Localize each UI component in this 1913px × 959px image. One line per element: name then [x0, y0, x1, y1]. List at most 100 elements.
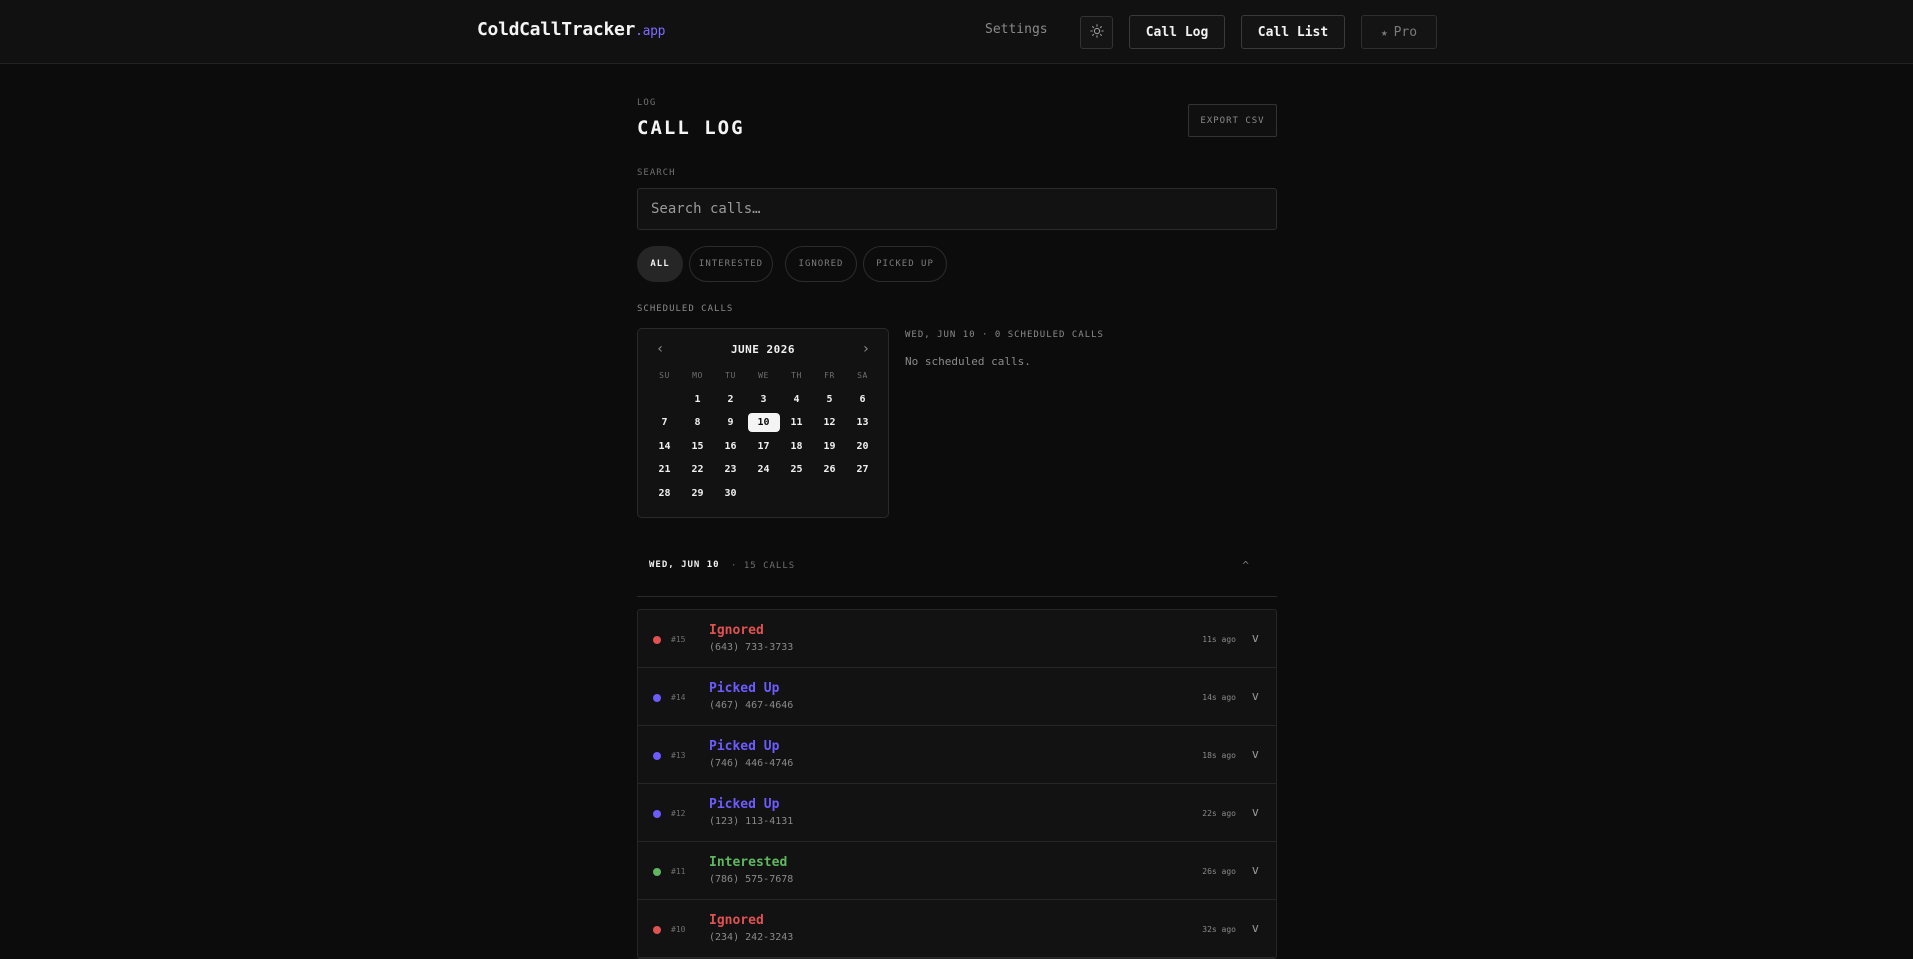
calendar-day[interactable]: 9 [714, 412, 747, 434]
calendar-day[interactable]: 12 [813, 412, 846, 434]
chevron-down-icon[interactable]: v [1252, 631, 1259, 645]
calendar-day[interactable]: 24 [747, 459, 780, 481]
calendar-day[interactable]: 26 [813, 459, 846, 481]
chevron-up-icon[interactable]: ^ [1242, 559, 1249, 572]
status-dot [653, 926, 661, 934]
calendar-day[interactable]: 30 [714, 482, 747, 504]
call-row[interactable]: #15 Ignored (643) 733-3733 11s ago v [638, 610, 1276, 668]
theme-toggle-button[interactable] [1080, 16, 1113, 49]
export-csv-button[interactable]: EXPORT CSV [1188, 104, 1277, 137]
calendar-week: 28 29 30 [648, 482, 879, 504]
calendar-day[interactable]: 19 [813, 435, 846, 457]
calendar-day[interactable]: 10 [747, 412, 780, 434]
calendar-day-number: 23 [724, 464, 737, 475]
calendar-day-number: 9 [727, 417, 734, 428]
brand-logo[interactable]: ColdCallTracker.app [477, 19, 665, 40]
call-time-ago: 26s ago [1202, 867, 1236, 876]
call-status: Picked Up [709, 797, 780, 812]
filter-all[interactable]: ALL [637, 246, 683, 282]
settings-link[interactable]: Settings [985, 22, 1048, 37]
group-date: WED, JUN 10 [649, 560, 720, 570]
status-dot [653, 810, 661, 818]
calendar-week: 7 8 9 10 11 12 13 [648, 412, 879, 434]
calendar-day[interactable]: 1 [681, 388, 714, 410]
calendar-day[interactable]: 22 [681, 459, 714, 481]
calendar-day-number [748, 489, 780, 497]
search-input[interactable] [637, 188, 1277, 230]
scheduled-calls-label: SCHEDULED CALLS [637, 304, 734, 314]
calendar-day-number: 4 [793, 393, 800, 405]
calendar-month: JUNE 2026 [730, 343, 796, 356]
calendar-day-number: 24 [757, 464, 770, 475]
calendar-day-number: 5 [826, 393, 833, 405]
chevron-down-icon[interactable]: v [1252, 921, 1259, 935]
calendar-day-number: 18 [790, 440, 803, 452]
call-list-button[interactable]: Call List [1241, 15, 1345, 49]
calendar-day[interactable]: 3 [747, 388, 780, 410]
calendar-day[interactable]: 7 [648, 412, 681, 434]
calendar-day[interactable]: 28 [648, 482, 681, 504]
chevron-down-icon[interactable]: v [1252, 863, 1259, 877]
chevron-down-icon[interactable]: v [1252, 689, 1259, 703]
calendar-day[interactable]: 8 [681, 412, 714, 434]
calendar-day[interactable]: 13 [846, 412, 879, 434]
calendar-day[interactable]: 2 [714, 388, 747, 410]
calendar-day[interactable]: 23 [714, 459, 747, 481]
calendar-day-number: 21 [658, 464, 671, 475]
calendar-day[interactable]: 5 [813, 388, 846, 410]
calendar-day[interactable]: 11 [780, 412, 813, 434]
calendar: ‹ JUNE 2026 › SU MO TU WE TH FR SA 1 2 3 4 5 6 7 8 9 10… [637, 328, 889, 518]
calendar-day-number: 11 [790, 417, 803, 428]
calendar-day-number: 29 [691, 487, 704, 499]
call-row[interactable]: #14 Picked Up (467) 467-4646 14s ago v [638, 668, 1276, 726]
calendar-day[interactable]: 6 [846, 388, 879, 410]
calendar-day[interactable]: 18 [780, 435, 813, 457]
call-time-ago: 11s ago [1202, 635, 1236, 644]
weekday-label: SA [857, 371, 868, 380]
call-row[interactable]: #10 Ignored (234) 242-3243 32s ago v [638, 900, 1276, 958]
call-row[interactable]: #12 Picked Up (123) 113-4131 22s ago v [638, 784, 1276, 842]
calendar-day[interactable]: 27 [846, 459, 879, 481]
calendar-day[interactable]: 16 [714, 435, 747, 457]
calendar-day-number: 3 [760, 393, 767, 405]
filter-interested[interactable]: INTERESTED [689, 246, 773, 282]
calendar-day[interactable]: 20 [846, 435, 879, 457]
calendar-day[interactable]: 21 [648, 459, 681, 481]
chevron-down-icon[interactable]: v [1252, 805, 1259, 819]
calendar-day-number: 10 [747, 413, 780, 432]
call-time-ago: 14s ago [1202, 693, 1236, 702]
brand-tld: .app [635, 24, 666, 39]
calendar-empty-cell [813, 482, 846, 504]
calendar-week: 14 15 16 17 18 19 20 [648, 435, 879, 457]
calendar-day[interactable]: 17 [747, 435, 780, 457]
filter-picked-up[interactable]: PICKED UP [863, 246, 947, 282]
calendar-day-number: 22 [691, 464, 704, 475]
calendar-week: 21 22 23 24 25 26 27 [648, 459, 879, 481]
chevron-right-icon[interactable]: › [862, 341, 870, 357]
calendar-day-number: 19 [823, 440, 836, 452]
pro-button[interactable]: ★ Pro [1361, 15, 1437, 49]
call-group-header[interactable]: WED, JUN 10 · 15 CALLS ^ [637, 545, 1277, 597]
call-row[interactable]: #11 Interested (786) 575-7678 26s ago v [638, 842, 1276, 900]
status-dot [653, 752, 661, 760]
calendar-day-number: 27 [856, 464, 869, 475]
calendar-day[interactable]: 14 [648, 435, 681, 457]
status-dot [653, 868, 661, 876]
calendar-day[interactable]: 25 [780, 459, 813, 481]
calendar-day[interactable]: 29 [681, 482, 714, 504]
calendar-day[interactable]: 15 [681, 435, 714, 457]
call-log-button[interactable]: Call Log [1129, 15, 1225, 49]
call-row[interactable]: #13 Picked Up (746) 446-4746 18s ago v [638, 726, 1276, 784]
status-dot [653, 636, 661, 644]
calendar-day-number: 15 [691, 440, 704, 452]
call-status: Picked Up [709, 739, 780, 754]
weekday-label: FR [824, 371, 835, 380]
filter-ignored[interactable]: IGNORED [785, 246, 857, 282]
call-number: #12 [671, 809, 686, 818]
calendar-day[interactable]: 4 [780, 388, 813, 410]
calendar-day-number: 28 [658, 487, 671, 499]
calendar-day-number: 1 [694, 393, 701, 405]
chevron-down-icon[interactable]: v [1252, 747, 1259, 761]
call-number: #15 [671, 635, 686, 644]
calendar-day-number: 14 [658, 440, 671, 452]
